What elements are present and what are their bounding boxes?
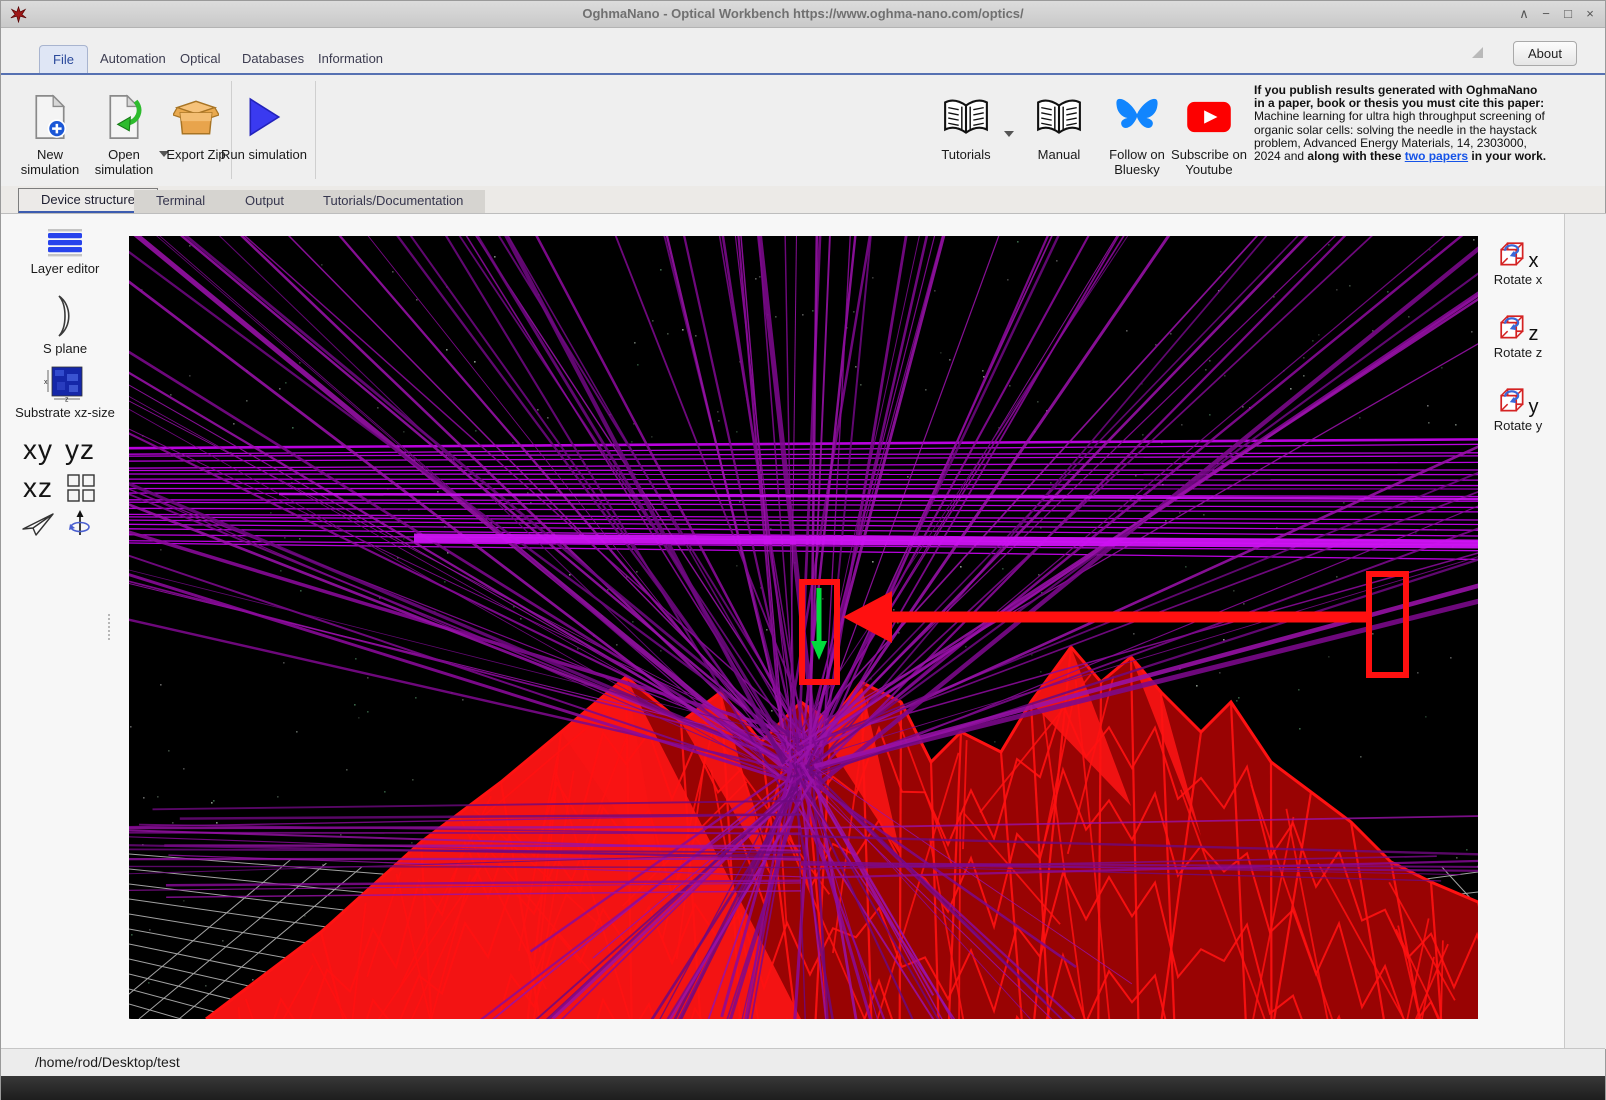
window-title: OghmaNano - Optical Workbench https://ww… — [582, 6, 1024, 21]
tab-terminal[interactable]: Terminal — [134, 190, 228, 213]
rotate-y-cube-icon — [1499, 388, 1523, 412]
right-gutter — [1565, 214, 1606, 1049]
rotate-y-button[interactable]: y Rotate y — [1487, 386, 1549, 433]
view-tab-bar: Device structure Terminal Output Tutoria… — [1, 186, 1605, 214]
resize-grip-icon — [1472, 47, 1483, 58]
view-xz-button[interactable]: xz — [23, 472, 53, 504]
menu-tab-databases[interactable]: Databases — [229, 45, 317, 73]
rotate-z-cube-icon — [1499, 315, 1523, 339]
tab-output[interactable]: Output — [223, 190, 307, 213]
s-plane-button[interactable]: S plane — [15, 294, 115, 356]
ray-trace-icon[interactable] — [21, 511, 55, 537]
menu-tab-file[interactable]: File — [39, 45, 88, 73]
menu-tab-optical[interactable]: Optical — [167, 45, 233, 73]
youtube-button[interactable]: Subscribe on Youtube — [1166, 91, 1252, 177]
menu-tab-information[interactable]: Information — [305, 45, 396, 73]
raytrace-viewport[interactable] — [129, 236, 1478, 1019]
rotate-x-cube-icon — [1499, 242, 1523, 266]
s-plane-icon — [58, 295, 70, 337]
citation-bold-pre: along with these — [1307, 149, 1405, 164]
main-toolbar: New simulation Open simulation Export Zi… — [1, 75, 1605, 186]
manual-button[interactable]: Manual — [1016, 91, 1102, 162]
minimize-button[interactable]: − — [1537, 5, 1555, 23]
menu-tab-automation[interactable]: Automation — [87, 45, 179, 73]
rotate-x-button[interactable]: x Rotate x — [1487, 240, 1549, 287]
layer-editor-icon — [48, 229, 82, 257]
title-bar[interactable]: OghmaNano - Optical Workbench https://ww… — [1, 1, 1605, 28]
substrate-xz-size-icon: x z — [44, 366, 83, 402]
maximize-button[interactable]: □ — [1559, 5, 1577, 23]
shade-button[interactable]: ∧ — [1515, 5, 1533, 23]
tutorials-book-icon — [923, 91, 1009, 143]
citation-bold-intro: If you publish results generated with Og… — [1254, 83, 1545, 111]
citation-bold-post: in your work. — [1468, 149, 1547, 164]
youtube-icon — [1166, 91, 1252, 143]
manual-book-icon — [1016, 91, 1102, 143]
grid-view-icon[interactable] — [67, 474, 95, 502]
current-path: /home/rod/Desktop/test — [35, 1054, 180, 1070]
rotate-z-button[interactable]: z Rotate z — [1487, 313, 1549, 360]
citation-text: If you publish results generated with Og… — [1254, 83, 1550, 164]
run-simulation-button[interactable]: Run simulation — [221, 91, 307, 162]
run-simulation-icon — [221, 91, 307, 143]
about-button[interactable]: About — [1513, 41, 1577, 66]
view-xy-button[interactable]: xy — [23, 434, 53, 466]
substrate-xz-size-button[interactable]: x z Substrate xz-size — [15, 364, 115, 420]
device-structure-panel: Layer editor S plane x z Substrate xz-si… — [1, 213, 1606, 1049]
close-button[interactable]: × — [1581, 5, 1599, 23]
two-papers-link[interactable]: two papers — [1405, 149, 1468, 163]
status-bar: /home/rod/Desktop/test — [1, 1048, 1605, 1076]
tab-tutorials-documentation[interactable]: Tutorials/Documentation — [301, 190, 486, 213]
layer-editor-button[interactable]: Layer editor — [15, 228, 115, 276]
window-bottom-edge — [1, 1076, 1605, 1100]
tutorials-dropdown-icon[interactable] — [1004, 131, 1014, 137]
toolbar-separator — [315, 81, 316, 179]
svg-text:x: x — [44, 379, 48, 386]
ribbon-menu: File Automation Optical Databases Inform… — [1, 29, 1605, 73]
splitter-handle[interactable] — [108, 614, 111, 640]
application-window: OghmaNano - Optical Workbench https://ww… — [0, 0, 1606, 1100]
tutorials-button[interactable]: Tutorials — [923, 91, 1009, 162]
rotate-view-icon[interactable] — [69, 510, 91, 538]
view-yz-button[interactable]: yz — [65, 434, 95, 466]
